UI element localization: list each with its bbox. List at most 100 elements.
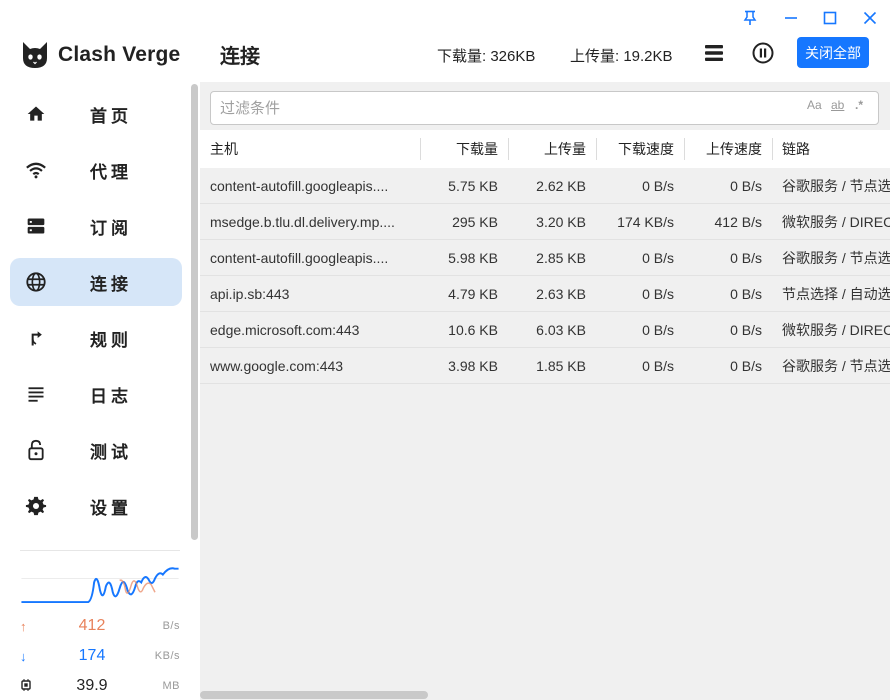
sidebar-item-rules[interactable]: 规则 — [10, 314, 182, 362]
use-regex-toggle[interactable]: .* — [855, 98, 863, 112]
chain-cell: 谷歌服务 / 节点选 — [782, 177, 890, 194]
upload-speed-cell: 0 B/s — [730, 177, 762, 194]
sidebar-item-label: 测试 — [90, 442, 132, 462]
sidebar-nav: 首页 代理 订阅 连接 规则 日志 测试 设置 — [10, 90, 182, 538]
sidebar-item-home[interactable]: 首页 — [10, 90, 182, 138]
upload-cell: 6.03 KB — [536, 321, 586, 338]
download-cell: 3.98 KB — [448, 357, 498, 374]
filter-input[interactable] — [220, 97, 780, 119]
download-cell: 4.79 KB — [448, 285, 498, 302]
pause-circle-icon — [752, 42, 774, 64]
main-content: 连接 下载量: 326KB 上传量: 19.2KB 关闭全部 Aa ab .* … — [200, 0, 890, 700]
horizontal-scrollbar[interactable] — [200, 691, 428, 699]
memory-chip-icon — [20, 678, 36, 694]
host-cell: content-autofill.googleapis.... — [210, 249, 389, 266]
match-case-toggle[interactable]: Aa — [807, 98, 822, 112]
sidebar-item-subscriptions[interactable]: 订阅 — [10, 202, 182, 250]
column-header-download-speed[interactable]: 下载速度 — [596, 130, 684, 168]
column-header-upload-speed[interactable]: 上传速度 — [684, 130, 772, 168]
arrow-down-icon: ↓ — [20, 648, 27, 664]
column-separator[interactable] — [772, 138, 773, 160]
column-separator[interactable] — [420, 138, 421, 160]
sidebar-item-settings[interactable]: 设置 — [10, 482, 182, 530]
table-layout-button[interactable] — [703, 43, 725, 63]
table-row[interactable]: content-autofill.googleapis.... 5.75 KB … — [200, 168, 890, 204]
upload-speed-cell: 0 B/s — [730, 321, 762, 338]
arrow-up-icon: ↑ — [20, 618, 27, 634]
download-cell: 295 KB — [452, 213, 498, 230]
column-separator[interactable] — [508, 138, 509, 160]
upload-cell: 2.62 KB — [536, 177, 586, 194]
column-header-label: 下载量 — [456, 141, 498, 157]
column-separator[interactable] — [684, 138, 685, 160]
upload-cell: 2.63 KB — [536, 285, 586, 302]
download-speed-row: ↓ 174 KB/s — [20, 641, 180, 671]
column-header-label: 下载速度 — [618, 141, 674, 157]
column-header-upload[interactable]: 上传量 — [508, 130, 596, 168]
close-icon — [863, 11, 877, 25]
column-header-label: 主机 — [210, 141, 238, 157]
upload-speed-row: ↑ 412 B/s — [20, 611, 180, 641]
table-header: 主机 下载量 上传量 下载速度 上传速度 链路 — [200, 130, 890, 168]
upload-speed-cell: 0 B/s — [730, 285, 762, 302]
column-header-label: 上传量 — [544, 141, 586, 157]
column-header-download[interactable]: 下载量 — [420, 130, 508, 168]
cat-logo-icon — [23, 42, 47, 68]
memory-row: 39.9 MB — [20, 671, 180, 700]
memory-unit: MB — [162, 680, 180, 692]
upload-speed-cell: 412 B/s — [714, 213, 762, 230]
chain-cell: 微软服务 / DIRECT — [782, 213, 890, 230]
chain-cell: 微软服务 / DIRECT — [782, 321, 890, 338]
column-separator[interactable] — [596, 138, 597, 160]
host-cell: api.ip.sb:443 — [210, 285, 290, 302]
fork-arrow-icon — [24, 326, 48, 350]
sidebar-scrollbar[interactable] — [191, 84, 198, 540]
close-all-button[interactable]: 关闭全部 — [797, 37, 869, 68]
sidebar-item-logs[interactable]: 日志 — [10, 370, 182, 418]
app-name: Clash Verge — [58, 43, 181, 66]
download-speed-cell: 0 B/s — [642, 321, 674, 338]
host-cell: edge.microsoft.com:443 — [210, 321, 360, 338]
list-icon — [24, 382, 48, 406]
sidebar-item-label: 设置 — [90, 498, 132, 518]
download-speed-unit: KB/s — [154, 650, 180, 662]
download-total: 下载量: 326KB — [437, 48, 536, 65]
upload-speed-cell: 0 B/s — [730, 357, 762, 374]
chain-cell: 谷歌服务 / 节点选 — [782, 249, 890, 266]
traffic-graph — [20, 550, 180, 606]
table-row[interactable]: api.ip.sb:443 4.79 KB 2.63 KB 0 B/s 0 B/… — [200, 276, 890, 312]
host-cell: msedge.b.tlu.dl.delivery.mp.... — [210, 213, 395, 230]
sidebar-item-test[interactable]: 测试 — [10, 426, 182, 474]
sidebar-item-connections[interactable]: 连接 — [10, 258, 182, 306]
upload-speed-cell: 0 B/s — [730, 249, 762, 266]
app-logo: Clash Verge — [20, 38, 180, 72]
wifi-icon — [24, 158, 48, 182]
sidebar-item-label: 连接 — [90, 274, 132, 294]
sidebar-item-label: 首页 — [90, 106, 132, 126]
upload-speed-unit: B/s — [162, 620, 180, 632]
window-close-button[interactable] — [860, 8, 880, 28]
download-cell: 5.75 KB — [448, 177, 498, 194]
globe-icon — [24, 270, 48, 294]
memory-value: 39.9 — [76, 677, 108, 694]
table-row[interactable]: content-autofill.googleapis.... 5.98 KB … — [200, 240, 890, 276]
upload-cell: 1.85 KB — [536, 357, 586, 374]
sidebar-item-label: 订阅 — [90, 218, 132, 238]
column-header-label: 链路 — [782, 141, 810, 157]
download-speed-cell: 0 B/s — [642, 357, 674, 374]
match-whole-word-toggle[interactable]: ab — [831, 98, 844, 112]
maximize-button[interactable] — [820, 8, 840, 28]
sidebar-item-proxy[interactable]: 代理 — [10, 146, 182, 194]
page-title: 连接 — [220, 46, 260, 68]
chain-cell: 谷歌服务 / 节点选 — [782, 357, 890, 374]
pin-icon — [743, 10, 757, 25]
table-row[interactable]: msedge.b.tlu.dl.delivery.mp.... 295 KB 3… — [200, 204, 890, 240]
pin-button[interactable] — [740, 8, 760, 28]
table-row[interactable]: www.google.com:443 3.98 KB 1.85 KB 0 B/s… — [200, 348, 890, 384]
column-header-host[interactable]: 主机 — [200, 130, 420, 168]
table-row[interactable]: edge.microsoft.com:443 10.6 KB 6.03 KB 0… — [200, 312, 890, 348]
minimize-button[interactable] — [781, 8, 801, 28]
column-header-chain[interactable]: 链路 — [772, 130, 890, 168]
pause-button[interactable] — [752, 42, 774, 64]
connections-table: 主机 下载量 上传量 下载速度 上传速度 链路 content-autofill… — [200, 130, 890, 384]
